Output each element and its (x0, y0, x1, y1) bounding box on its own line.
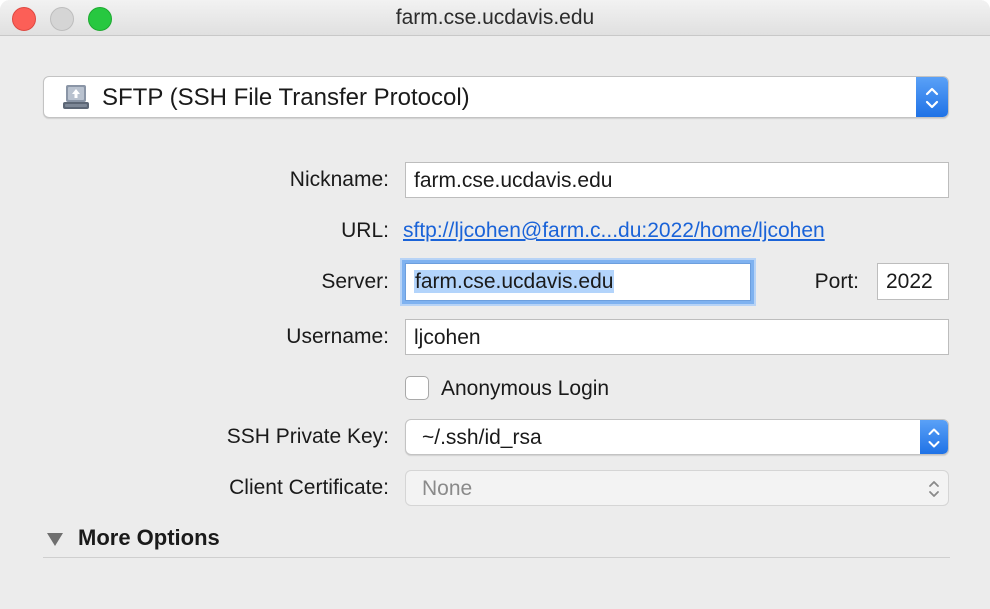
connection-window: farm.cse.ucdavis.edu SFTP (SSH File Tran… (0, 0, 990, 609)
title-bar[interactable]: farm.cse.ucdavis.edu (0, 0, 990, 36)
ssh-private-key-stepper[interactable] (920, 420, 948, 454)
username-field[interactable]: ljcohen (405, 319, 949, 355)
port-field[interactable]: 2022 (877, 263, 949, 300)
ssh-private-key-select[interactable]: ~/.ssh/id_rsa (405, 419, 949, 455)
server-field-value: farm.cse.ucdavis.edu (414, 270, 615, 293)
divider (43, 557, 950, 558)
nickname-field[interactable]: farm.cse.ucdavis.edu (405, 162, 949, 198)
nickname-label: Nickname: (289, 168, 389, 191)
disclosure-triangle-icon[interactable] (46, 531, 64, 547)
url-label: URL: (341, 219, 389, 242)
client-certificate-select: None (405, 470, 949, 506)
up-down-chevron-icon (928, 428, 940, 448)
up-down-chevron-icon (925, 87, 939, 109)
more-options-toggle[interactable]: More Options (78, 525, 220, 551)
protocol-select[interactable]: SFTP (SSH File Transfer Protocol) (43, 76, 949, 118)
client-certificate-value: None (422, 477, 473, 500)
ssh-private-key-value: ~/.ssh/id_rsa (422, 426, 542, 449)
username-label: Username: (286, 325, 389, 348)
network-drive-icon (63, 85, 89, 109)
protocol-select-value: SFTP (SSH File Transfer Protocol) (102, 84, 470, 111)
port-label: Port: (814, 270, 859, 293)
server-label: Server: (321, 270, 389, 293)
url-link[interactable]: sftp://ljcohen@farm.c...du:2022/home/ljc… (403, 219, 825, 243)
client-certificate-label: Client Certificate: (229, 476, 389, 499)
anonymous-login-checkbox[interactable] (405, 376, 429, 400)
anonymous-login-label[interactable]: Anonymous Login (441, 377, 609, 401)
ssh-private-key-label: SSH Private Key: (226, 425, 389, 448)
up-down-chevron-icon (929, 481, 939, 497)
window-title: farm.cse.ucdavis.edu (395, 6, 595, 29)
protocol-select-stepper[interactable] (916, 77, 948, 117)
server-field[interactable]: farm.cse.ucdavis.edu (405, 263, 751, 301)
